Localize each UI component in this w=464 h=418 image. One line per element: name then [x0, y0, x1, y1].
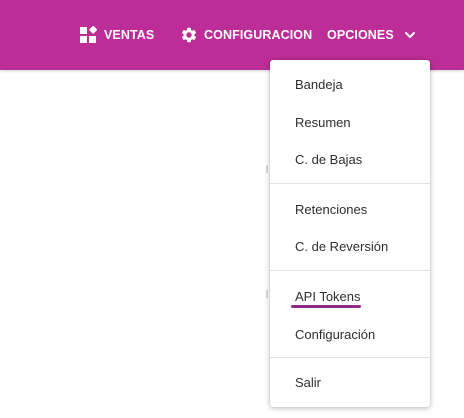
- nav-configuracion-button[interactable]: CONFIGURACION: [180, 24, 312, 46]
- api-tokens-highlight-underline: [291, 305, 361, 308]
- menu-item-c-de-reversion[interactable]: C. de Reversión: [270, 232, 430, 260]
- nav-ventas-label: VENTAS: [104, 28, 155, 42]
- menu-item-label: Bandeja: [295, 76, 343, 92]
- nav-configuracion-label: CONFIGURACION: [204, 28, 313, 42]
- menu-item-configuracion[interactable]: Configuración: [270, 320, 430, 348]
- menu-divider: [270, 357, 430, 358]
- nav-opciones-dropdown[interactable]: OPCIONES: [327, 24, 417, 46]
- gear-icon: [180, 26, 198, 44]
- nav-ventas-button[interactable]: VENTAS: [79, 24, 154, 46]
- background-mark: [266, 290, 268, 298]
- menu-item-label: Retenciones: [295, 201, 368, 217]
- menu-item-label: API Tokens: [295, 288, 361, 304]
- menu-item-label: C. de Reversión: [295, 238, 389, 254]
- menu-item-label: Configuración: [295, 326, 376, 342]
- menu-item-salir[interactable]: Salir: [270, 368, 430, 396]
- background-mark: [266, 165, 268, 173]
- menu-item-label: Resumen: [295, 114, 351, 130]
- dashboard-icon: [79, 26, 97, 44]
- menu-divider: [270, 183, 430, 184]
- menu-item-label: Salir: [295, 374, 322, 390]
- menu-divider: [270, 270, 430, 271]
- menu-item-label: C. de Bajas: [295, 151, 363, 167]
- menu-item-resumen[interactable]: Resumen: [270, 108, 430, 136]
- menu-item-c-de-bajas[interactable]: C. de Bajas: [270, 145, 430, 173]
- opciones-dropdown-menu: Bandeja Resumen C. de Bajas Retenciones …: [270, 60, 430, 407]
- nav-opciones-label: OPCIONES: [327, 28, 394, 42]
- chevron-down-icon: [403, 28, 417, 42]
- menu-item-bandeja[interactable]: Bandeja: [270, 70, 430, 98]
- menu-item-retenciones[interactable]: Retenciones: [270, 195, 430, 223]
